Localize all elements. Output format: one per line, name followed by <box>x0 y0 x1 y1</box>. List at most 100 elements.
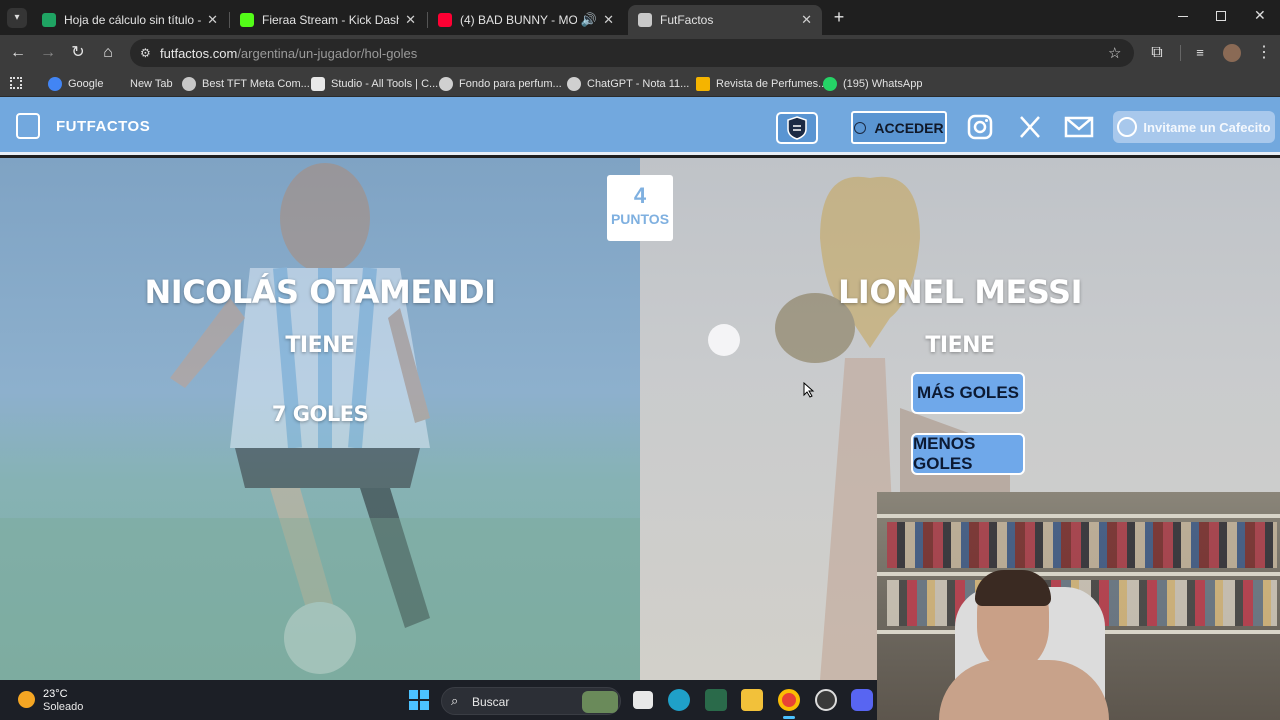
browser-toolbar: ← → ↻ ⌂ ⚙ futfactos.com/argentina/un-jug… <box>0 35 1280 71</box>
kick-icon <box>240 13 254 27</box>
flag-icon <box>696 77 710 91</box>
futfactos-logo-icon[interactable] <box>16 113 40 139</box>
pitch-band <box>0 518 640 680</box>
media-control-icon[interactable]: ≡ <box>1190 43 1210 63</box>
streamer-hair <box>975 570 1051 606</box>
browser-tab[interactable]: Fieraa Stream - Kick Dashboard ✕ <box>230 5 426 35</box>
tab-title: (4) BAD BUNNY - MONACO <box>460 13 577 27</box>
bookmark-label: Google <box>68 78 104 90</box>
bookmark-item[interactable]: Studio - All Tools | C... <box>311 76 438 92</box>
task-view-icon[interactable] <box>633 691 653 709</box>
active-app-indicator <box>783 716 795 719</box>
tab-search-button[interactable]: ▾ <box>7 8 27 28</box>
more-goals-button[interactable]: MÁS GOLES <box>911 372 1025 414</box>
search-placeholder: Buscar <box>472 695 510 709</box>
login-label: ACCEDER <box>874 119 944 136</box>
forward-icon[interactable]: → <box>38 43 58 63</box>
weather-temperature[interactable]: 23°C <box>43 688 68 700</box>
minimize-icon[interactable] <box>1178 16 1188 17</box>
bookmark-label: New Tab <box>130 78 173 90</box>
bookmark-label: Fondo para perfum... <box>459 78 562 90</box>
sun-weather-icon[interactable] <box>18 691 35 708</box>
speaker-icon[interactable]: 🔊 <box>581 12 597 28</box>
bookmark-item[interactable]: (195) WhatsApp <box>823 76 922 92</box>
close-tab-icon[interactable]: ✕ <box>801 12 812 28</box>
apps-grid-icon[interactable] <box>10 77 22 89</box>
tft-icon <box>182 77 196 91</box>
google-icon <box>48 77 62 91</box>
youtube-icon <box>438 13 452 27</box>
obs-icon[interactable] <box>815 689 837 711</box>
close-tab-icon[interactable]: ✕ <box>603 12 614 28</box>
extensions-icon[interactable]: ⧉ <box>1147 43 1167 63</box>
tab-title: Fieraa Stream - Kick Dashboard <box>262 13 399 27</box>
discord-icon[interactable] <box>851 689 873 711</box>
search-highlight-image <box>582 691 618 713</box>
bookmark-label: ChatGPT - Nota 11... <box>587 78 690 90</box>
close-window-icon[interactable]: ✕ <box>1254 7 1266 24</box>
profile-avatar[interactable] <box>1223 44 1241 62</box>
file-explorer-icon[interactable] <box>741 689 763 711</box>
left-player-stat: 7 GOLES <box>271 402 369 426</box>
shelf <box>877 572 1280 576</box>
league-shield-button[interactable] <box>776 112 818 144</box>
bookmark-item[interactable]: Best TFT Meta Com... <box>182 76 310 92</box>
brand-name[interactable]: FUTFACTOS <box>56 118 150 135</box>
bookmark-item[interactable]: Google <box>48 76 103 92</box>
url-path: /argentina/un-jugador/hol-goles <box>237 46 418 61</box>
bookmark-label: Studio - All Tools | C... <box>331 78 439 90</box>
toolbar-divider <box>1180 45 1181 61</box>
left-player-verb: TIENE <box>285 333 355 358</box>
search-icon: ⌕ <box>451 693 459 708</box>
cafecito-label: Invitame un Cafecito <box>1143 119 1271 135</box>
site-info-icon[interactable]: ⚙ <box>140 46 151 60</box>
address-bar[interactable]: ⚙ futfactos.com/argentina/un-jugador/hol… <box>130 39 1134 67</box>
home-icon[interactable]: ⌂ <box>98 43 118 63</box>
right-player-verb: TIENE <box>925 333 995 358</box>
weather-condition[interactable]: Soleado <box>43 701 83 713</box>
menu-icon[interactable]: ⋮ <box>1254 43 1274 63</box>
chrome-icon[interactable] <box>778 689 800 711</box>
app-icon[interactable] <box>705 689 727 711</box>
browser-tab-active[interactable]: FutFactos ✕ <box>628 5 822 35</box>
bookmarks-bar: Google New Tab Best TFT Meta Com... Stud… <box>0 71 1280 97</box>
windows-taskbar: 23°C Soleado ⌕ Buscar <box>0 680 877 720</box>
bookmark-star-icon[interactable]: ☆ <box>1108 44 1121 62</box>
windows-start-icon[interactable] <box>408 689 430 711</box>
shield-icon <box>787 116 807 140</box>
bookmark-item[interactable]: ChatGPT - Nota 11... <box>567 76 689 92</box>
tab-title: Hoja de cálculo sin título - Hoja <box>64 13 202 27</box>
login-button[interactable]: ACCEDER <box>851 111 947 144</box>
edge-icon[interactable] <box>668 689 690 711</box>
browser-tab-strip: ▾ Hoja de cálculo sin título - Hoja ✕ Fi… <box>0 0 1280 35</box>
url-text: futfactos.com/argentina/un-jugador/hol-g… <box>160 46 417 61</box>
studio-icon <box>311 77 325 91</box>
shelf <box>877 514 1280 518</box>
cafecito-button[interactable]: Invitame un Cafecito <box>1113 111 1275 143</box>
taskbar-search[interactable]: ⌕ Buscar <box>441 687 621 715</box>
x-twitter-icon[interactable] <box>1016 113 1044 141</box>
less-goals-button[interactable]: MENOS GOLES <box>911 433 1025 475</box>
instagram-icon[interactable] <box>966 113 994 141</box>
coffee-icon <box>1117 117 1138 137</box>
bookmark-item[interactable]: Fondo para perfum... <box>439 76 562 92</box>
back-icon[interactable]: ← <box>8 43 28 63</box>
restore-icon[interactable] <box>1216 11 1226 21</box>
bookmark-label: (195) WhatsApp <box>843 78 923 90</box>
chatgpt-icon <box>439 77 453 91</box>
sheets-icon <box>42 13 56 27</box>
user-icon <box>854 121 867 134</box>
reload-icon[interactable]: ↻ <box>68 43 88 63</box>
browser-tab[interactable]: (4) BAD BUNNY - MONACO 🔊 ✕ <box>428 5 624 35</box>
bookmark-item[interactable]: New Tab <box>130 76 173 92</box>
bookmark-item[interactable]: Revista de Perfumes... <box>696 76 827 92</box>
close-tab-icon[interactable]: ✕ <box>405 12 416 28</box>
points-counter: 4 PUNTOS <box>607 175 673 241</box>
webcam-overlay <box>877 492 1280 720</box>
bookmark-label: Best TFT Meta Com... <box>202 78 310 90</box>
close-tab-icon[interactable]: ✕ <box>207 12 218 28</box>
email-icon[interactable] <box>1064 113 1094 141</box>
browser-tab[interactable]: Hoja de cálculo sin título - Hoja ✕ <box>32 5 228 35</box>
right-player-name: LIONEL MESSI <box>838 273 1082 311</box>
new-tab-button[interactable]: + <box>830 8 848 26</box>
